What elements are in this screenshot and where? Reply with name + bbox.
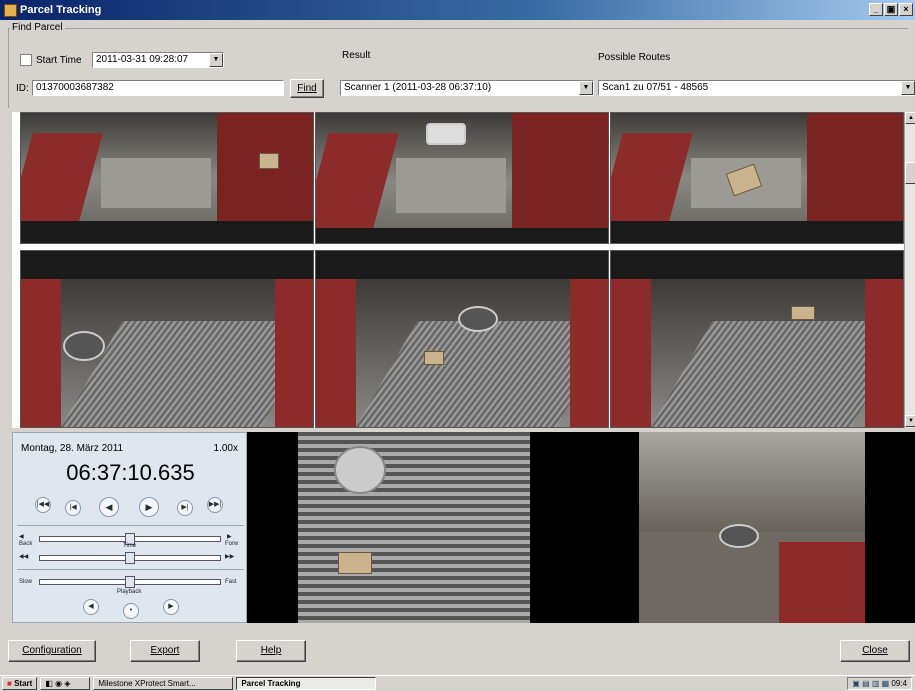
start-time-value: 2011-03-31 09:28:07 [96,54,189,65]
chevron-down-icon[interactable]: ▼ [579,81,593,95]
camera-grid [12,112,904,428]
export-button[interactable]: Export [130,640,200,662]
camera-view[interactable] [20,112,314,244]
start-label: Start [14,679,33,688]
close-window-button[interactable]: × [899,3,913,16]
routes-value: Scan1 zu 07/51 - 48565 [602,82,709,93]
back-label: Back [19,541,33,547]
camera-view[interactable] [20,250,314,428]
clock: 09:4 [891,679,907,688]
playback-time: 06:37:10.635 [66,460,195,485]
quick-launch-icons: ◧ ◉ ◈ [45,679,71,688]
find-button[interactable]: Find [290,79,324,98]
parcel-id-value: 01370003687382 [36,82,114,93]
window-title: Parcel Tracking [20,4,102,16]
chevron-down-icon[interactable]: ▼ [209,53,223,67]
slower-button[interactable]: ◀ [83,599,99,615]
fast-label: Fast [225,579,237,585]
next-frame-button[interactable]: ▶| [177,500,193,516]
chevron-down-icon[interactable]: ▼ [901,81,915,95]
start-time-label: Start Time [36,55,82,66]
start-time-picker[interactable]: 2011-03-31 09:28:07 ▼ [92,52,224,68]
time-slider-top[interactable] [39,533,221,545]
system-tray: ▣ ▤ ▥ ▦ 09:4 [847,677,912,690]
time-label: Time [123,543,137,549]
action-bar: Configuration Export Help Close [0,630,915,670]
scroll-up-icon[interactable]: ▲ [905,112,915,124]
tray-icons: ▣ ▤ ▥ ▦ [852,679,890,688]
step-forward-icon[interactable]: ▶ [227,533,232,540]
routes-label: Possible Routes [598,52,671,63]
id-label: ID: [16,83,29,94]
playback-control: Montag, 28. März 2011 1.00x 06:37:10.635… [12,432,247,623]
parcel-id-input[interactable]: 01370003687382 [32,80,284,96]
playback-label: Playback [117,589,142,595]
camera-view[interactable] [315,250,609,428]
windows-logo-icon: ■ [7,679,12,688]
title-bar: Parcel Tracking _ ▣ × [0,0,915,20]
faster-button[interactable]: ▶ [163,599,179,615]
step-back-icon[interactable]: ◀ [19,533,24,540]
group-frame [8,28,908,108]
slider-knob[interactable] [125,576,135,588]
maximize-button[interactable]: ▣ [884,3,898,16]
divider [17,525,244,526]
playback-speed: 1.00x [213,443,238,454]
slow-label: Slow [19,579,33,585]
rewind-icon[interactable]: ◀◀ [19,553,28,560]
scroll-down-icon[interactable]: ▼ [905,415,915,427]
taskbar-item-parcel-tracking[interactable]: Parcel Tracking [236,677,377,690]
result-value: Scanner 1 (2011-03-28 06:37:10) [344,82,492,93]
close-button[interactable]: Close [840,640,910,662]
result-dropdown[interactable]: Scanner 1 (2011-03-28 06:37:10) ▼ [340,80,594,96]
taskbar-item-milestone[interactable]: Milestone XProtect Smart... [93,677,234,690]
start-time-checkbox[interactable] [20,54,32,66]
find-parcel-panel: Find Parcel Start Time 2011-03-31 09:28:… [2,22,915,110]
start-button[interactable]: ■ Start [2,677,38,690]
fwd-label: Forw [225,541,239,547]
prev-frame-button[interactable]: |◀ [65,500,81,516]
camera-view[interactable] [639,432,865,623]
camera-view[interactable] [610,112,904,244]
speed-slider[interactable] [39,576,221,588]
bottom-row: Montag, 28. März 2011 1.00x 06:37:10.635… [12,432,915,623]
reset-speed-button[interactable]: • [123,603,139,619]
result-label: Result [342,50,371,61]
playback-date: Montag, 28. März 2011 [21,443,124,454]
configuration-button[interactable]: Configuration [8,640,96,662]
scroll-thumb[interactable] [905,162,915,184]
taskbar: ■ Start ◧ ◉ ◈ Milestone XProtect Smart..… [0,675,915,691]
skip-end-button[interactable]: ▶▶| [207,497,223,513]
play-reverse-button[interactable]: ◀ [99,497,119,517]
minimize-button[interactable]: _ [869,3,883,16]
slider-knob[interactable] [125,552,135,564]
camera-view[interactable] [298,432,530,623]
camera-view[interactable] [315,112,609,244]
group-label: Find Parcel [10,22,65,33]
video-scrollbar[interactable]: ▲ ▼ [904,112,915,428]
skip-start-button[interactable]: |◀◀ [35,497,51,513]
time-slider-bottom[interactable] [39,552,221,564]
fast-forward-icon[interactable]: ▶▶ [225,553,234,560]
routes-dropdown[interactable]: Scan1 zu 07/51 - 48565 ▼ [598,80,915,96]
app-icon [4,3,17,17]
quick-launch[interactable]: ◧ ◉ ◈ [40,677,91,690]
play-button[interactable]: ▶ [139,497,159,517]
divider [17,569,244,570]
help-button[interactable]: Help [236,640,306,662]
camera-view[interactable] [610,250,904,428]
